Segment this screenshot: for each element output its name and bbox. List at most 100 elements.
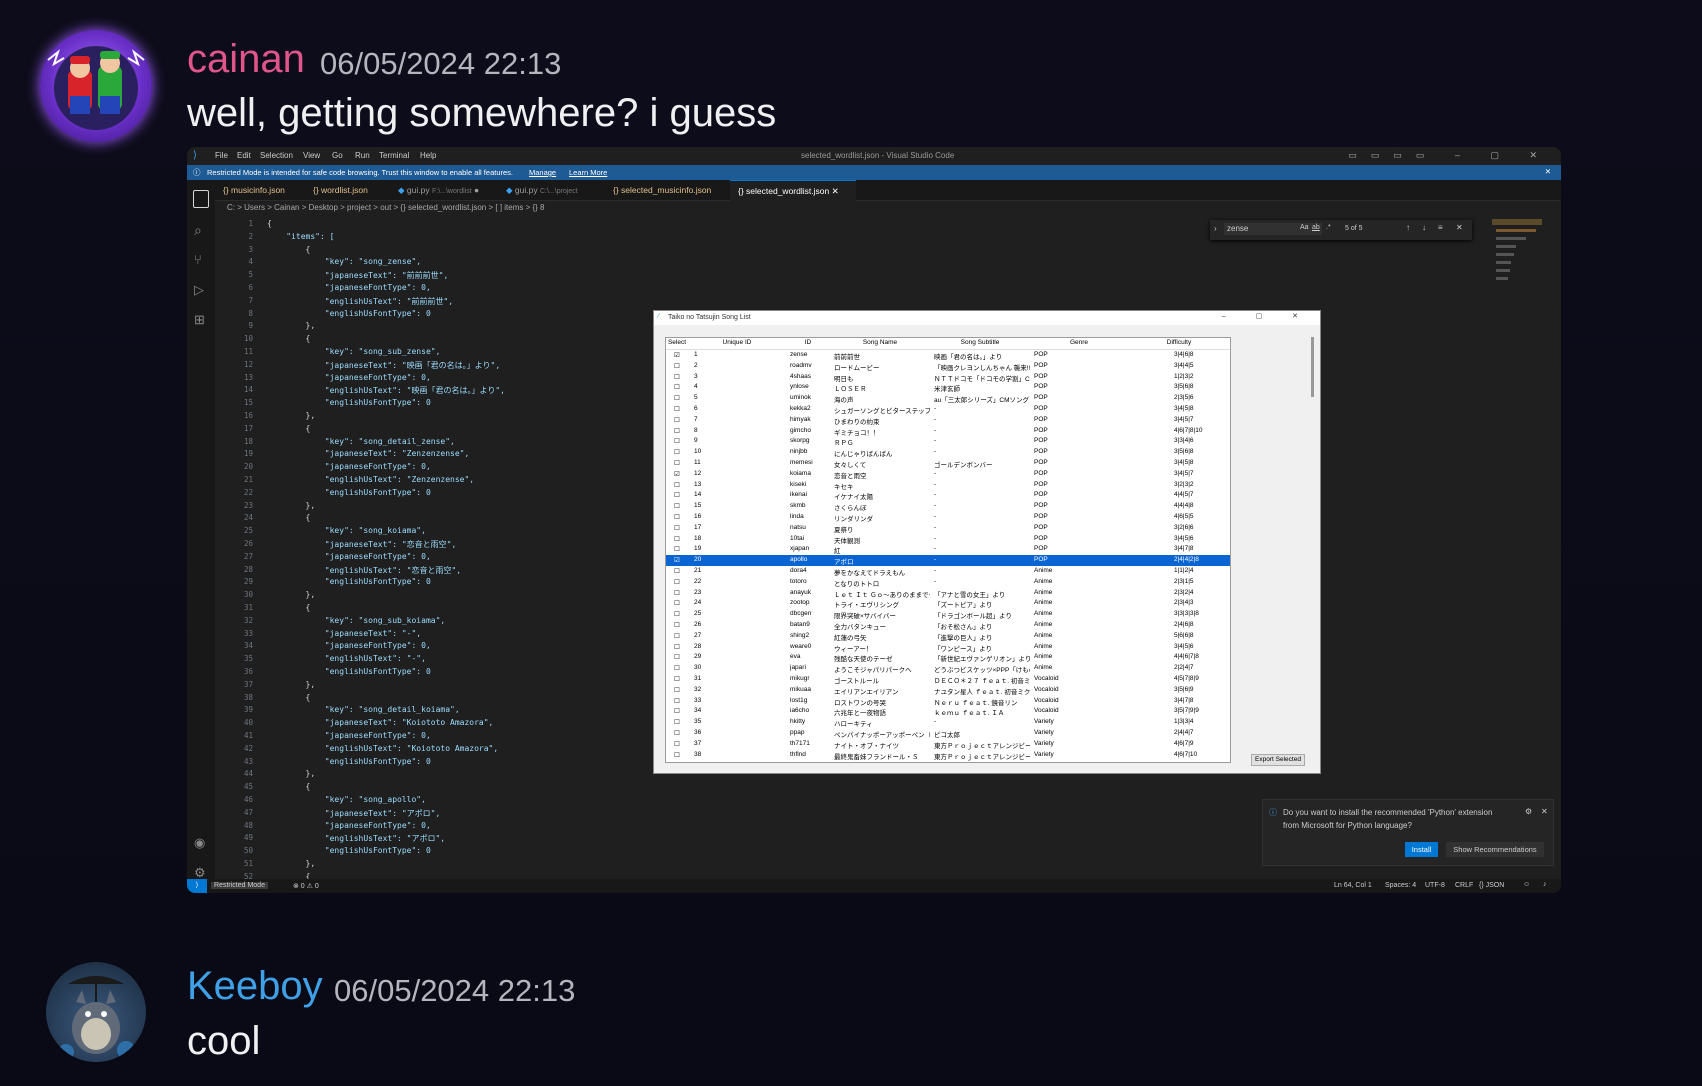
chevron-right-icon[interactable]: ›	[1214, 224, 1217, 233]
row-checkbox[interactable]: ☐	[674, 675, 696, 683]
remote-icon[interactable]: ⟩	[187, 879, 207, 893]
table-row[interactable]: ☐ 34 ia6cho 六兆年と一夜物語 ｋｅｍｕ ｆｅａｔ. ＩＡ Vocaloid 3|…	[666, 706, 1230, 717]
menu-selection[interactable]: Selection	[260, 151, 293, 160]
tab-gui-py-2[interactable]: ◆ gui.py C:\...\project	[498, 180, 606, 200]
close-icon[interactable]: ✕	[1541, 807, 1548, 816]
table-row[interactable]: ☐ 5 uminok 海の声 au「三太郎シリーズ」CMソング POP 2|3|5|6	[666, 393, 1230, 404]
row-checkbox[interactable]: ☐	[674, 373, 696, 381]
table-row[interactable]: ☐ 6 kekka2 シュガーソングとビターステップ - POP 3|4|5|8	[666, 404, 1230, 415]
row-checkbox[interactable]: ☐	[674, 437, 696, 445]
column-header[interactable]: Genre	[1032, 339, 1126, 346]
source-control-icon[interactable]: ⑂	[194, 252, 202, 267]
arrow-up-icon[interactable]: ↑	[1406, 223, 1410, 232]
table-row[interactable]: ☐ 23 anayuk Ｌｅｔ Ｉｔ Ｇｏ～ありのままで～ 「アナと雪の女王」より Ani…	[666, 588, 1230, 599]
column-header[interactable]: Song Name	[832, 339, 928, 346]
close-tab-icon[interactable]: ✕	[832, 186, 839, 196]
window-controls[interactable]: – ▢ ✕	[1222, 312, 1312, 320]
tab-selected-wordlist[interactable]: {} selected_wordlist.json ✕	[730, 180, 856, 201]
row-checkbox[interactable]: ☐	[674, 632, 696, 640]
arrow-down-icon[interactable]: ↓	[1422, 223, 1426, 232]
table-row[interactable]: ☐ 10 ninjbb にんじゃりばんばん - POP 3|5|6|8	[666, 447, 1230, 458]
table-row[interactable]: ☐ 36 ppap ペンパイナッポーアッポーペン（Ｐ ピコ太郎 Variety 2|4|4|…	[666, 728, 1230, 739]
manage-link[interactable]: Manage	[529, 168, 556, 177]
table-row[interactable]: ☐ 8 gimcho ギミチョコ！！ - POP 4|6|7|8|10	[666, 426, 1230, 437]
row-checkbox[interactable]: ☐	[674, 610, 696, 618]
table-row[interactable]: ☑ 12 koiama 恋音と雨空 - POP 3|4|5|7	[666, 469, 1230, 480]
row-checkbox[interactable]: ☑	[674, 351, 696, 359]
menu-terminal[interactable]: Terminal	[379, 151, 409, 160]
table-row[interactable]: ☐ 13 kiseki キセキ - POP 3|2|3|2	[666, 480, 1230, 491]
row-checkbox[interactable]: ☐	[674, 751, 696, 759]
show-recommendations-button[interactable]: Show Recommendations	[1446, 842, 1544, 857]
table-row[interactable]: ☐ 18 10tai 天体観測 - POP 3|4|5|6	[666, 534, 1230, 545]
minimap[interactable]	[1492, 219, 1548, 289]
table-row[interactable]: ☐ 26 batan9 全力バタンキュー 「おそ松さん」より Anime 2|4|6|8	[666, 620, 1230, 631]
table-row[interactable]: ☐ 19 xjapan 紅 - POP 3|4|7|8	[666, 544, 1230, 555]
bell-icon[interactable]: ♪	[1543, 881, 1547, 888]
row-checkbox[interactable]: ☐	[674, 491, 696, 499]
tab-musicinfo[interactable]: {} musicinfo.json	[215, 180, 308, 200]
breadcrumb[interactable]: C: > Users > Cainan > Desktop > project …	[227, 203, 545, 212]
regex-toggle[interactable]: .*	[1326, 224, 1331, 231]
table-row[interactable]: ☐30 japari ようこそジャパリパークへ どうぶつビスケッツ×PPP「けものフ A…	[666, 663, 1230, 674]
row-checkbox[interactable]: ☐	[674, 729, 696, 737]
user-avatar-keeboy[interactable]	[46, 962, 146, 1062]
table-row[interactable]: ☐ 31 mikugr ゴーストルール ＤＥＣＯ＊２７ ｆｅａｔ. 初音ミク Vocalo…	[666, 674, 1230, 685]
column-header[interactable]: Unique ID	[692, 339, 782, 346]
row-checkbox[interactable]: ☐	[674, 362, 696, 370]
table-row[interactable]: ☐ 24 zootop トライ・エヴリシング 「ズートピア」より Anime 2|3|4|3	[666, 598, 1230, 609]
row-checkbox[interactable]: ☐	[674, 567, 696, 575]
table-row[interactable]: ☐ 14 ikenai イケナイ太陽 - POP 4|4|5|7	[666, 490, 1230, 501]
menu-run[interactable]: Run	[355, 151, 370, 160]
gear-icon[interactable]: ⚙	[1525, 807, 1532, 816]
export-selected-button[interactable]: Export Selected	[1251, 754, 1305, 766]
row-checkbox[interactable]: ☐	[674, 524, 696, 532]
row-checkbox[interactable]: ☐	[674, 448, 696, 456]
explorer-icon[interactable]	[193, 190, 209, 208]
tab-wordlist[interactable]: {} wordlist.json	[305, 180, 393, 200]
attached-screenshot[interactable]: ⟩ File Edit Selection View Go Run Termin…	[187, 147, 1561, 893]
table-row[interactable]: ☐ 32 mikuaa エイリアンエイリアン ナユタン星人 ｆｅａｔ. 初音ミク Voca…	[666, 685, 1230, 696]
table-row[interactable]: ☑ 20 apollo アポロ - POP 2|4|4|2|8	[666, 555, 1230, 566]
menu-edit[interactable]: Edit	[237, 151, 251, 160]
table-row[interactable]: ☐ 28 weare0 ウィーアー！ 「ワンピース」より Anime 3|4|5|6	[666, 642, 1230, 653]
table-row[interactable]: ☐ 22 totoro となりのトトロ - Anime 2|3|1|5	[666, 577, 1230, 588]
username-keeboy[interactable]: Keeboy	[187, 964, 323, 1009]
row-checkbox[interactable]: ☐	[674, 718, 696, 726]
row-checkbox[interactable]: ☑	[674, 470, 696, 478]
problems-status[interactable]: ⊗ 0 ⚠ 0	[293, 882, 319, 890]
table-row[interactable]: ☐ 16 linda リンダリンダ - POP 4|6|5|5	[666, 512, 1230, 523]
row-checkbox[interactable]: ☐	[674, 383, 696, 391]
match-case-toggle[interactable]: Aa	[1300, 224, 1309, 231]
extensions-icon[interactable]: ⊞	[194, 312, 205, 328]
column-header[interactable]: Difficulty	[1130, 339, 1228, 346]
row-checkbox[interactable]: ☑	[674, 556, 696, 564]
row-checkbox[interactable]: ☐	[674, 664, 696, 672]
row-checkbox[interactable]: ☐	[674, 686, 696, 694]
song-table[interactable]: Select Unique ID ID Song Name Song Subtitle G…	[665, 337, 1231, 763]
row-checkbox[interactable]: ☐	[674, 459, 696, 467]
column-header[interactable]: Song Subtitle	[932, 339, 1028, 346]
table-scrollbar[interactable]	[1311, 337, 1314, 397]
tab-selected-musicinfo[interactable]: {} selected_musicinfo.json	[605, 180, 731, 200]
table-row[interactable]: ☐ 25 dbcgen 限界突破×サバイバー 「ドラゴンボール超」より Anime 3|3|…	[666, 609, 1230, 620]
table-row[interactable]: ☐ 11 memesi 女々しくて ゴールデンボンバー POP 3|4|5|8	[666, 458, 1230, 469]
account-icon[interactable]: ◉	[194, 835, 205, 851]
window-controls[interactable]: ▭▭▭▭ – ▢ ✕	[1348, 150, 1551, 161]
row-checkbox[interactable]: ☐	[674, 643, 696, 651]
table-row[interactable]: ☐ 35 hkitty ハローキティ - Variety 1|3|3|4	[666, 717, 1230, 728]
row-checkbox[interactable]: ☐	[674, 707, 696, 715]
table-row[interactable]: ☐ 27 shing2 紅蓮の弓矢 「進撃の巨人」より Anime 5|6|6|8	[666, 631, 1230, 642]
indentation-status[interactable]: Spaces: 4	[1385, 882, 1416, 889]
menu-file[interactable]: File	[215, 151, 228, 160]
row-checkbox[interactable]: ☐	[674, 405, 696, 413]
find-in-selection-icon[interactable]: ≡	[1438, 223, 1443, 232]
user-avatar-cainan[interactable]	[40, 30, 152, 142]
row-checkbox[interactable]: ☐	[674, 513, 696, 521]
table-row[interactable]: ☐ 29 eva 残酷な天使のテーゼ 「新世紀エヴァンゲリオン」より Anime 4|4|6…	[666, 652, 1230, 663]
table-row[interactable]: ☐ 37 th7171 ナイト・オブ・ナイツ 東方Ｐｒｏｊｅｃｔアレンジビート Varie…	[666, 739, 1230, 750]
close-find-icon[interactable]: ✕	[1456, 223, 1463, 232]
language-status[interactable]: {} JSON	[1479, 882, 1504, 889]
feedback-icon[interactable]: ☺	[1523, 881, 1530, 888]
table-row[interactable]: ☐ 2 roadmv ロードムービー 「映画クレヨンしんちゃん 襲来!!宇 POP 3|4|…	[666, 361, 1230, 372]
